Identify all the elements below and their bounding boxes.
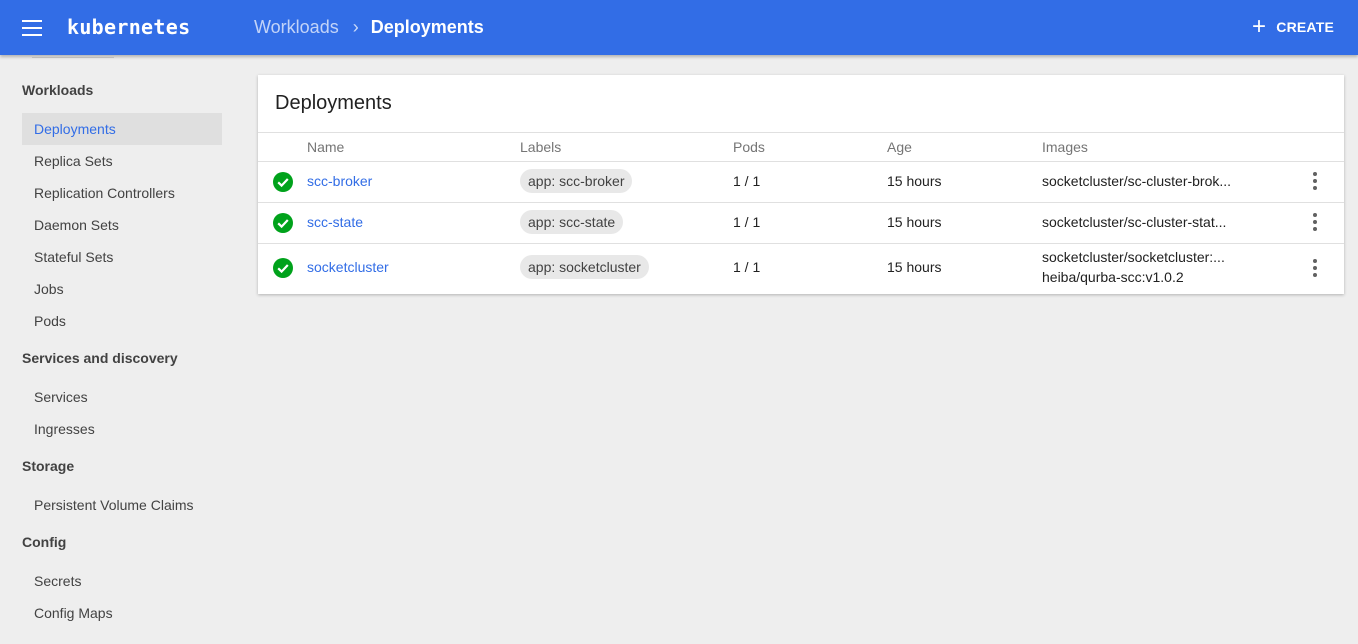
app-brand[interactable]: kubernetes: [67, 15, 190, 39]
sidebar-item-daemon-sets[interactable]: Daemon Sets: [22, 209, 222, 241]
check-circle-icon: [273, 172, 293, 192]
column-header-pods: Pods: [733, 139, 765, 155]
column-header-labels: Labels: [520, 139, 562, 155]
table-row: scc-broker app: scc-broker 1 / 1 15 hour…: [258, 162, 1344, 203]
image-name: socketcluster/sc-cluster-brok...: [1042, 173, 1232, 189]
breadcrumb-workloads-link[interactable]: Workloads: [254, 17, 339, 38]
sidebar-item-ingresses[interactable]: Ingresses: [22, 413, 222, 445]
sidebar-item-replica-sets[interactable]: Replica Sets: [22, 145, 222, 177]
pods-count: 1 / 1: [733, 259, 761, 275]
create-button[interactable]: + CREATE: [1252, 13, 1334, 40]
sidebar-item-pvc[interactable]: Persistent Volume Claims: [22, 489, 222, 521]
label-chip: app: scc-broker: [520, 169, 633, 193]
sidebar-item-secrets[interactable]: Secrets: [22, 565, 222, 597]
deployment-name-link[interactable]: scc-broker: [307, 173, 372, 189]
table-row: socketcluster app: socketcluster 1 / 1 1…: [258, 244, 1344, 294]
age-value: 15 hours: [887, 173, 942, 189]
deployment-name-link[interactable]: socketcluster: [307, 259, 389, 275]
chevron-right-icon: ›: [352, 17, 359, 37]
pods-count: 1 / 1: [733, 214, 761, 230]
image-name: socketcluster/socketcluster:...: [1042, 249, 1225, 265]
image-name: heiba/qurba-scc:v1.0.2: [1042, 269, 1184, 285]
age-value: 15 hours: [887, 259, 942, 275]
check-circle-icon: [273, 213, 293, 233]
sidebar-item-deployments[interactable]: Deployments: [22, 113, 222, 145]
table-header: Name Labels Pods Age Images: [258, 133, 1344, 162]
image-name: socketcluster/sc-cluster-stat...: [1042, 214, 1227, 230]
sidebar-item-replication-controllers[interactable]: Replication Controllers: [22, 177, 222, 209]
sidebar-item-services[interactable]: Services: [22, 381, 222, 413]
deployments-card: Deployments Name Labels Pods Age Images …: [258, 75, 1344, 294]
sidebar-section-workloads[interactable]: Workloads: [22, 82, 93, 98]
label-chip: app: socketcluster: [520, 255, 649, 279]
deployment-name-link[interactable]: scc-state: [307, 214, 363, 230]
sidebar-item-config-maps[interactable]: Config Maps: [22, 597, 222, 629]
create-button-label: CREATE: [1276, 19, 1334, 35]
sidebar-section-storage[interactable]: Storage: [22, 458, 74, 474]
column-header-age[interactable]: Age: [887, 139, 912, 155]
sidebar-item-pods[interactable]: Pods: [22, 305, 222, 337]
more-vert-icon[interactable]: [1307, 259, 1323, 279]
hamburger-menu-icon[interactable]: [17, 15, 47, 41]
pods-count: 1 / 1: [733, 173, 761, 189]
sidebar-section-config[interactable]: Config: [22, 534, 66, 550]
sidebar-item-jobs[interactable]: Jobs: [22, 273, 222, 305]
sidebar-section-discovery[interactable]: Services and discovery: [22, 350, 178, 366]
sidebar-item-stateful-sets[interactable]: Stateful Sets: [22, 241, 222, 273]
more-vert-icon[interactable]: [1307, 172, 1323, 192]
sidebar-divider: [32, 57, 114, 58]
column-header-images: Images: [1042, 139, 1088, 155]
page-title: Deployments: [370, 17, 484, 37]
breadcrumb: Workloads › Deployments: [254, 17, 484, 38]
card-title: Deployments: [275, 92, 392, 114]
age-value: 15 hours: [887, 214, 942, 230]
table-row: scc-state app: scc-state 1 / 1 15 hours …: [258, 203, 1344, 244]
sidebar-nav: Workloads Deployments Replica Sets Repli…: [0, 55, 240, 644]
plus-icon: +: [1252, 13, 1267, 40]
label-chip: app: scc-state: [520, 210, 624, 234]
more-vert-icon[interactable]: [1307, 213, 1323, 233]
column-header-name[interactable]: Name: [307, 139, 344, 155]
check-circle-icon: [273, 258, 293, 278]
top-app-bar: kubernetes Workloads › Deployments + CRE…: [0, 0, 1358, 55]
